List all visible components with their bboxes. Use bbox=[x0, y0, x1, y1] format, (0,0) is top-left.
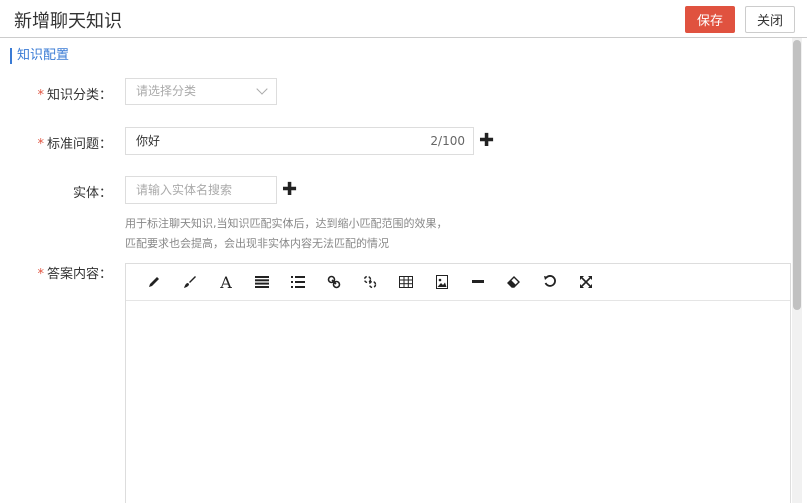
category-placeholder: 请选择分类 bbox=[136, 84, 197, 98]
category-select[interactable]: 请选择分类 bbox=[125, 78, 277, 105]
category-label: * 知识分类： bbox=[37, 88, 112, 103]
align-justify-icon[interactable] bbox=[244, 270, 280, 294]
scrollbar-thumb[interactable] bbox=[793, 40, 801, 310]
add-question-plus-icon[interactable]: ✚ bbox=[479, 132, 494, 150]
save-button[interactable]: 保存 bbox=[685, 6, 735, 33]
entity-search-input[interactable]: 请输入实体名搜索 bbox=[125, 176, 277, 204]
brush-icon[interactable] bbox=[172, 270, 208, 294]
answer-label: * 答案内容： bbox=[37, 267, 112, 282]
entity-label: 实体： bbox=[72, 186, 112, 201]
image-icon[interactable] bbox=[424, 270, 460, 294]
editor-toolbar: A bbox=[126, 264, 790, 301]
table-icon[interactable] bbox=[388, 270, 424, 294]
page-title: 新增聊天知识 bbox=[14, 11, 122, 32]
fullscreen-icon[interactable] bbox=[568, 270, 604, 294]
link-icon[interactable] bbox=[316, 270, 352, 294]
required-mark: * bbox=[37, 267, 44, 282]
eraser-icon[interactable] bbox=[496, 270, 532, 294]
editor-content-area[interactable] bbox=[126, 301, 790, 501]
entity-hint-line1: 用于标注聊天知识,当知识匹配实体后，达到缩小匹配范围的效果， bbox=[125, 217, 448, 230]
question-input[interactable]: 你好 2/100 bbox=[125, 127, 474, 155]
chevron-down-icon bbox=[256, 83, 268, 95]
pencil-icon[interactable] bbox=[136, 270, 172, 294]
required-mark: * bbox=[37, 137, 44, 152]
horizontal-rule-icon[interactable] bbox=[460, 270, 496, 294]
add-entity-plus-icon[interactable]: ✚ bbox=[282, 181, 297, 199]
entity-hint-line2: 匹配要求也会提高，会出现非实体内容无法匹配的情况 bbox=[125, 237, 389, 250]
char-counter: 2/100 bbox=[430, 134, 465, 148]
font-icon[interactable]: A bbox=[208, 270, 244, 294]
unlink-icon[interactable] bbox=[352, 270, 388, 294]
dialog-header: 新增聊天知识 保存 关闭 bbox=[0, 0, 807, 38]
section-title: 知识配置 bbox=[10, 48, 69, 64]
close-button[interactable]: 关闭 bbox=[745, 6, 795, 33]
undo-icon[interactable] bbox=[532, 270, 568, 294]
required-mark: * bbox=[37, 88, 44, 103]
rich-text-editor[interactable]: A bbox=[125, 263, 791, 503]
entity-placeholder: 请输入实体名搜索 bbox=[136, 183, 233, 197]
question-label: * 标准问题： bbox=[37, 137, 112, 152]
vertical-scrollbar[interactable] bbox=[792, 38, 802, 503]
list-icon[interactable] bbox=[280, 270, 316, 294]
question-value: 你好 bbox=[136, 134, 161, 148]
